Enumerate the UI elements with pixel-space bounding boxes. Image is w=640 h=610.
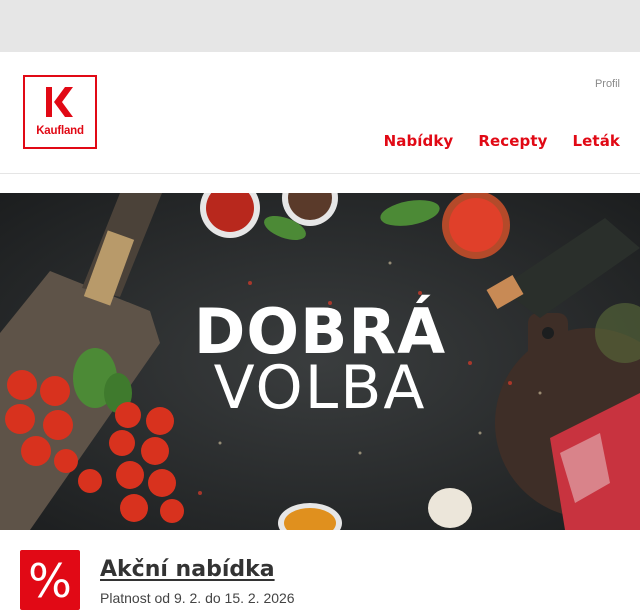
offer-title-link[interactable]: Akční nabídka bbox=[100, 557, 275, 582]
offer-section: % Akční nabídka Platnost od 9. 2. do 15.… bbox=[0, 530, 640, 610]
nav-item-letak[interactable]: Leták bbox=[573, 132, 621, 150]
logo-wordmark: Kaufland bbox=[36, 125, 84, 137]
percent-icon: % bbox=[20, 550, 80, 610]
nav-item-recepty[interactable]: Recepty bbox=[478, 132, 547, 150]
nav-item-nabidky[interactable]: Nabídky bbox=[384, 132, 454, 150]
main-nav: Nabídky Recepty Leták bbox=[384, 132, 620, 150]
kaufland-logo[interactable]: Kaufland bbox=[23, 75, 97, 149]
hero-banner[interactable]: DOBRÁ VOLBA bbox=[0, 193, 640, 530]
browser-top-bar bbox=[0, 0, 640, 52]
profile-link[interactable]: Profil bbox=[595, 78, 620, 90]
hero-title-line2: VOLBA bbox=[213, 353, 427, 423]
site-header: Kaufland Profil Nabídky Recepty Leták bbox=[0, 52, 640, 174]
offer-validity-date: Platnost od 9. 2. do 15. 2. 2026 bbox=[100, 590, 295, 606]
